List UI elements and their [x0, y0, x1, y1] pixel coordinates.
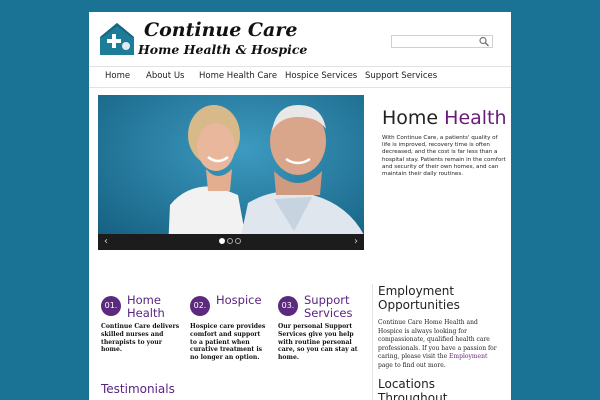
- employment-heading: Employment Opportunities: [378, 284, 460, 312]
- service-title-line1[interactable]: Home: [127, 294, 165, 307]
- service-description: Our personal Support Services give you h…: [278, 323, 358, 362]
- page-container: Continue Care Home Health & Hospice Home…: [89, 12, 511, 400]
- hero-photo-caregiver-and-patient: [98, 95, 364, 250]
- logo-subtitle[interactable]: Home Health & Hospice: [138, 42, 307, 57]
- slider-dot-2[interactable]: [227, 238, 233, 244]
- nav-item-support-services[interactable]: Support Services: [365, 71, 437, 81]
- slider-prev-button[interactable]: ‹: [98, 234, 114, 250]
- search-input[interactable]: [392, 36, 478, 47]
- slider-pagination: [219, 238, 243, 246]
- locations-heading-line1: Locations: [378, 377, 436, 391]
- intro-heading: Home Health: [382, 107, 507, 129]
- slider-dot-1[interactable]: [219, 238, 225, 244]
- nav-item-about-us[interactable]: About Us: [146, 71, 184, 81]
- service-title[interactable]: Home Health: [127, 294, 165, 319]
- main-nav: Home About Us Home Health Care Hospice S…: [89, 66, 511, 88]
- slider-controls: ‹ ›: [98, 234, 364, 250]
- service-title[interactable]: Hospice: [216, 294, 262, 307]
- locations-heading-line2: Throughout: [378, 391, 448, 400]
- employment-heading-line1: Employment: [378, 284, 455, 298]
- service-title-line2[interactable]: Health: [127, 306, 165, 320]
- service-title[interactable]: Support Services: [304, 294, 353, 319]
- slider-dot-3[interactable]: [235, 238, 241, 244]
- column-divider: [372, 284, 373, 400]
- employment-link[interactable]: Employment: [449, 353, 487, 360]
- service-title-line1[interactable]: Hospice: [216, 294, 262, 307]
- hero-slider: ‹ ›: [98, 95, 364, 250]
- logo-house-cross-icon[interactable]: [99, 22, 135, 56]
- service-number-badge: 03.: [278, 296, 298, 316]
- service-title-line1[interactable]: Support: [304, 294, 353, 307]
- service-description: Hospice care provides comfort and suppor…: [190, 323, 266, 362]
- intro-heading-accent: Health: [444, 107, 507, 129]
- service-title-line2[interactable]: Services: [304, 306, 353, 320]
- logo-title[interactable]: Continue Care: [144, 19, 297, 41]
- search-box: [391, 35, 493, 48]
- employment-heading-line2: Opportunities: [378, 298, 460, 312]
- nav-item-home-health-care[interactable]: Home Health Care: [199, 71, 277, 81]
- employment-text-after: page to find out more.: [378, 361, 446, 369]
- intro-paragraph: With Continue Care, a patients' quality …: [382, 135, 506, 178]
- intro-heading-plain: Home: [382, 107, 439, 129]
- service-number-badge: 02.: [190, 296, 210, 316]
- nav-item-home[interactable]: Home: [105, 71, 130, 81]
- nav-item-hospice-services[interactable]: Hospice Services: [285, 71, 357, 81]
- locations-heading: Locations Throughout: [378, 377, 447, 400]
- employment-paragraph: Continue Care Home Health and Hospice is…: [378, 319, 504, 370]
- testimonials-heading: Testimonials: [101, 382, 175, 396]
- slider-next-button[interactable]: ›: [348, 234, 364, 250]
- search-icon[interactable]: [478, 36, 490, 47]
- service-description: Continue Care delivers skilled nurses an…: [101, 323, 180, 354]
- service-number-badge: 01.: [101, 296, 121, 316]
